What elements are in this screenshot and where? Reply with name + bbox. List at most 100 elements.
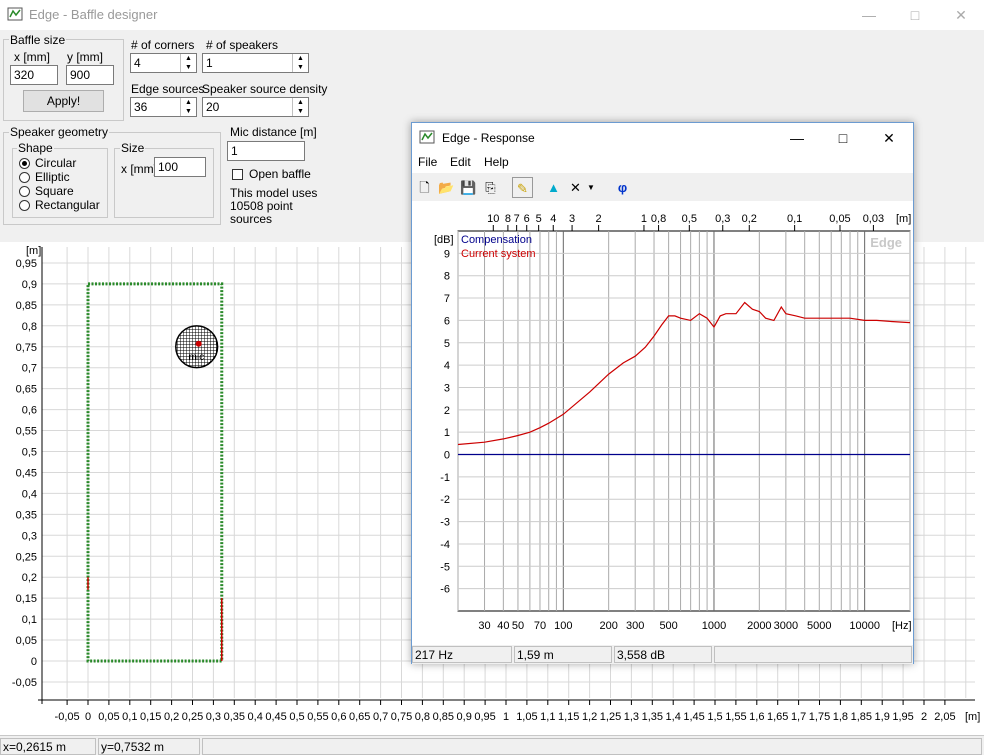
baffle-y-tick: 0,65: [16, 384, 37, 396]
edge-app-icon: [7, 7, 23, 21]
baffle-x-tick: 0,25: [182, 711, 203, 723]
baffle-y-tick: 0,85: [16, 300, 37, 312]
phase-icon[interactable]: φ: [612, 177, 633, 198]
response-status-bar: 217 Hz 1,59 m 3,558 dB: [412, 645, 913, 664]
speakers-label: # of speakers: [206, 38, 279, 52]
response-x-tick: 10000: [849, 620, 880, 632]
mic-distance-label: Mic distance [m]: [230, 125, 317, 139]
response-chart-svg[interactable]: [dB]9876543210-1-2-3-4-5-630 40 50 70 100 200…: [412, 201, 913, 645]
baffle-x-input[interactable]: 320: [10, 65, 58, 85]
response-x-tick: 70: [534, 620, 546, 632]
baffle-x-tick: 1,8: [833, 711, 848, 723]
response-x-tick: 1000: [702, 620, 726, 632]
response-y-tick: 4: [444, 360, 450, 372]
delete-icon[interactable]: ✕: [565, 177, 586, 198]
shape-square-radio[interactable]: Square: [19, 184, 74, 198]
response-status-db: 3,558 dB: [614, 646, 712, 663]
baffle-x-tick: 0,1: [122, 711, 137, 723]
spin-arrows-icon[interactable]: ▲ ▼: [180, 54, 196, 72]
menu-edit[interactable]: Edit: [450, 155, 471, 169]
edge-sources-spinner[interactable]: 36 ▲ ▼: [130, 97, 197, 117]
corners-value: 4: [134, 56, 141, 70]
baffle-x-unit: [m]: [965, 711, 980, 723]
response-top-tick: 0,05: [829, 213, 850, 225]
minimize-icon: —: [790, 130, 804, 146]
radio-icon: [19, 199, 30, 211]
spin-arrows-icon[interactable]: ▲ ▼: [180, 98, 196, 116]
shape-rectangular-radio[interactable]: Rectangular: [19, 198, 100, 212]
menu-file[interactable]: File: [418, 155, 437, 169]
baffle-size-label: Baffle size: [9, 33, 67, 47]
spin-arrows-icon[interactable]: ▲ ▼: [292, 54, 308, 72]
baffle-x-tick: 1,05: [516, 711, 537, 723]
baffle-x-tick: 1,65: [767, 711, 788, 723]
response-minimize-button[interactable]: —: [774, 123, 820, 153]
menu-help[interactable]: Help: [484, 155, 509, 169]
baffle-x-tick: 1,15: [558, 711, 579, 723]
baffle-x-tick: 0,4: [248, 711, 263, 723]
shape-elliptic-radio[interactable]: Elliptic: [19, 170, 70, 184]
response-y-tick: 9: [444, 248, 450, 260]
response-y-tick: 5: [444, 338, 450, 350]
response-top-unit: [m]: [896, 213, 911, 225]
response-x-tick: 2000: [747, 620, 771, 632]
response-y-tick: -5: [440, 561, 450, 573]
baffle-x-tick: 0,55: [307, 711, 328, 723]
copy-icon[interactable]: ⎘: [480, 177, 501, 198]
open-folder-icon[interactable]: 📂: [436, 177, 457, 198]
response-x-unit: [Hz]: [892, 620, 912, 632]
baffle-x-tick: 0,05: [98, 711, 119, 723]
baffle-x-tick: 1,1: [540, 711, 555, 723]
close-button[interactable]: ✕: [938, 0, 984, 30]
save-icon[interactable]: 💾: [458, 177, 479, 198]
response-top-tick: 3: [569, 213, 575, 225]
response-x-tick: 500: [659, 620, 677, 632]
baffle-y-tick: 0,9: [22, 279, 37, 291]
response-x-tick: 200: [599, 620, 617, 632]
response-chart[interactable]: [dB] 9 8 7 6 5 4 3 2 1 0 -1 -2 -3 -4 -5 -6 30 40 50 70 100 200…: [412, 201, 913, 645]
baffle-y-tick: 0,1: [22, 614, 37, 626]
dropdown-arrow-icon[interactable]: ▼: [585, 177, 597, 198]
baffle-x-tick: 1,75: [809, 711, 830, 723]
response-title-bar: Edge - Response — □ ✕: [412, 123, 913, 153]
edge-sources-label: Edge sources: [131, 82, 205, 96]
spin-arrows-icon[interactable]: ▲ ▼: [292, 98, 308, 116]
open-baffle-checkbox[interactable]: Open baffle: [232, 167, 311, 181]
minimize-button[interactable]: —: [846, 0, 892, 30]
density-spinner[interactable]: 20 ▲ ▼: [202, 97, 309, 117]
shape-circular-radio[interactable]: Circular: [19, 156, 76, 170]
baffle-x-tick: 0,45: [265, 711, 286, 723]
corners-label: # of corners: [131, 38, 195, 52]
shape-label: Shape: [17, 141, 54, 155]
baffle-x-tick: 0: [85, 711, 91, 723]
baffle-x-tick: 1,4: [666, 711, 681, 723]
response-maximize-button[interactable]: □: [820, 123, 866, 153]
maximize-button[interactable]: □: [892, 0, 938, 30]
radio-checked-icon: [19, 157, 30, 169]
response-close-button[interactable]: ✕: [866, 123, 912, 153]
baffle-x-tick: 0,6: [331, 711, 346, 723]
window-title: Edge - Baffle designer: [29, 7, 158, 22]
baffle-y-input[interactable]: 900: [66, 65, 114, 85]
baffle-x-tick: 1,85: [851, 711, 872, 723]
baffle-x-tick: 0,85: [433, 711, 454, 723]
draw-pen-icon[interactable]: ✎: [512, 177, 533, 198]
response-top-tick: 7: [514, 213, 520, 225]
baffle-x-tick: 0,95: [474, 711, 495, 723]
response-x-tick: 100: [554, 620, 572, 632]
baffle-x-tick: 0,75: [391, 711, 412, 723]
apply-button[interactable]: Apply!: [23, 90, 104, 112]
response-window[interactable]: Edge - Response — □ ✕ File Edit Help 🗋 📂…: [411, 122, 914, 664]
baffle-y-tick: 0,45: [16, 467, 37, 479]
speakers-spinner[interactable]: 1 ▲ ▼: [202, 53, 309, 73]
baffle-x-tick: 1,3: [624, 711, 639, 723]
baffle-x-tick: 1,45: [683, 711, 704, 723]
speaker-model-icon[interactable]: ▲: [543, 177, 564, 198]
mic-distance-input[interactable]: 1: [227, 141, 305, 161]
corners-spinner[interactable]: 4 ▲ ▼: [130, 53, 197, 73]
new-file-icon[interactable]: 🗋: [414, 177, 435, 198]
size-x-input[interactable]: 100: [154, 157, 206, 177]
density-value: 20: [206, 100, 220, 114]
response-y-tick: 7: [444, 293, 450, 305]
baffle-y-tick: 0,95: [16, 258, 37, 270]
